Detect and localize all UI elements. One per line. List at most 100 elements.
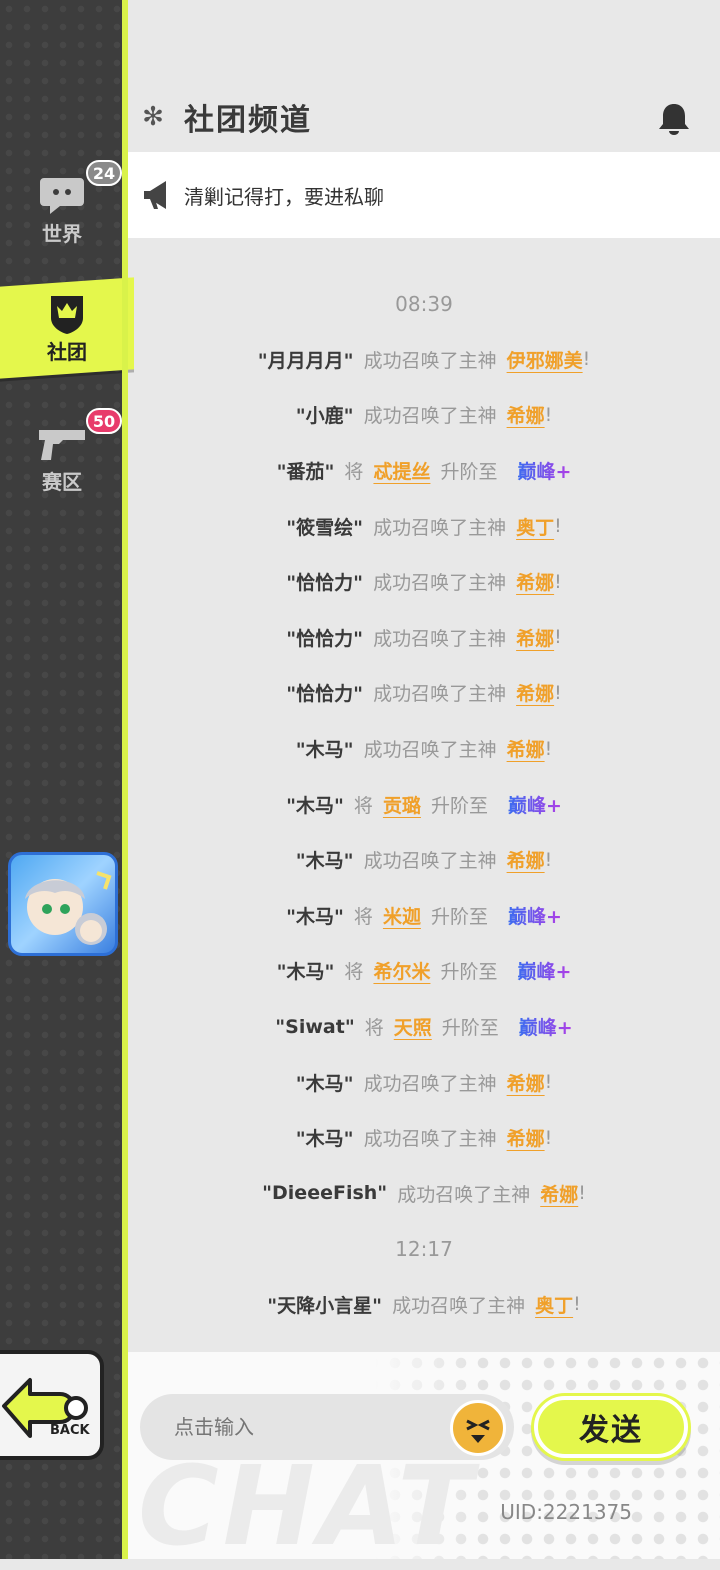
announcement-text: 清剿记得打，要进私聊 xyxy=(184,184,384,209)
channel-header: ✻ 社团频道 xyxy=(128,82,720,152)
action-text: 将 xyxy=(353,794,373,817)
player-name[interactable]: "筱雪绘" xyxy=(286,513,363,540)
message-row: "恰恰力" 成功召唤了主神 希娜! xyxy=(128,665,720,721)
action-text: 将 xyxy=(344,461,364,484)
player-name[interactable]: "恰恰力" xyxy=(286,679,363,706)
player-name[interactable]: "木马" xyxy=(296,846,354,873)
punctuation: ! xyxy=(544,403,553,426)
message-row: "木马" 将希尔米 升阶至 巅峰+ xyxy=(128,943,720,999)
tab-club[interactable]: 社团 xyxy=(0,277,134,379)
god-name[interactable]: 希娜 xyxy=(516,624,554,651)
god-name[interactable]: 忒提丝 xyxy=(373,457,430,484)
message-row: "筱雪绘" 成功召唤了主神 奥丁! xyxy=(128,498,720,554)
message-row: "小鹿" 成功召唤了主神 希娜! xyxy=(128,387,720,443)
message-list: 08:39 "月月月月" 成功召唤了主神 伊邪娜美! "小鹿" 成功召唤了主神 希娜! "番茄… xyxy=(128,276,720,1332)
chat-watermark: CHAT xyxy=(138,1442,477,1570)
level-label: 巅峰+ xyxy=(508,791,562,818)
player-name[interactable]: "番茄" xyxy=(277,457,335,484)
player-name[interactable]: "恰恰力" xyxy=(286,568,363,595)
action-text: 成功召唤了主神 xyxy=(363,1128,497,1151)
god-name[interactable]: 希娜 xyxy=(507,1069,545,1096)
punctuation: ! xyxy=(544,737,553,760)
god-name[interactable]: 希娜 xyxy=(507,735,545,762)
message-row: "天降小言星" 成功召唤了主神 奥丁! xyxy=(128,1277,720,1333)
god-name[interactable]: 希娜 xyxy=(516,679,554,706)
punctuation: ! xyxy=(573,1293,581,1316)
god-name[interactable]: 希尔米 xyxy=(373,957,430,984)
message-row: "恰恰力" 成功召唤了主神 希娜! xyxy=(128,610,720,666)
action-text: 成功召唤了主神 xyxy=(363,850,497,873)
tab-world[interactable]: 世界 24 xyxy=(0,160,124,260)
god-name[interactable]: 奥丁 xyxy=(535,1291,573,1318)
player-name[interactable]: "木马" xyxy=(286,902,344,929)
page-title: 社团频道 xyxy=(184,103,312,138)
message-row: "月月月月" 成功召唤了主神 伊邪娜美! xyxy=(128,332,720,388)
punctuation: ! xyxy=(544,848,553,871)
god-name[interactable]: 贡璐 xyxy=(383,791,421,818)
announcement-bar[interactable]: 清剿记得打，要进私聊 xyxy=(128,152,720,238)
action-text: 成功召唤了主神 xyxy=(363,349,497,372)
action-text: 升阶至 xyxy=(441,1017,499,1040)
player-name[interactable]: "木马" xyxy=(296,1069,354,1096)
back-label: BACK xyxy=(50,1423,91,1438)
timestamp-row: 12:17 xyxy=(128,1221,720,1277)
player-name[interactable]: "木马" xyxy=(277,957,335,984)
tab-world-badge: 24 xyxy=(86,160,122,186)
tab-arena[interactable]: 赛区 50 xyxy=(0,408,124,508)
timestamp: 12:17 xyxy=(395,1236,453,1261)
punctuation: ! xyxy=(554,626,562,649)
punctuation: ! xyxy=(544,1126,553,1149)
punctuation: ! xyxy=(554,515,562,538)
avatar[interactable] xyxy=(8,852,118,956)
message-input-box[interactable] xyxy=(140,1394,514,1460)
god-name[interactable]: 希娜 xyxy=(507,846,545,873)
action-text: 成功召唤了主神 xyxy=(373,683,507,706)
message-row: "番茄" 将忒提丝 升阶至 巅峰+ xyxy=(128,443,720,499)
god-name[interactable]: 米迦 xyxy=(383,902,421,929)
god-name[interactable]: 希娜 xyxy=(507,1124,545,1151)
tab-arena-label: 赛区 xyxy=(42,469,82,494)
player-name[interactable]: "Siwat" xyxy=(275,1016,354,1038)
message-input[interactable] xyxy=(172,1414,436,1440)
megaphone-icon xyxy=(140,177,176,213)
level-label: 巅峰+ xyxy=(508,902,562,929)
message-row: "Siwat" 将天照 升阶至 巅峰+ xyxy=(128,999,720,1055)
action-text: 将 xyxy=(364,1017,384,1040)
player-name[interactable]: "DieeeFish" xyxy=(262,1182,387,1204)
player-name[interactable]: "月月月月" xyxy=(258,346,354,373)
tab-club-label: 社团 xyxy=(47,339,87,364)
action-text: 成功召唤了主神 xyxy=(392,1294,526,1317)
god-name[interactable]: 希娜 xyxy=(516,568,554,595)
player-name[interactable]: "恰恰力" xyxy=(286,624,363,651)
punctuation: ! xyxy=(582,348,591,371)
level-label: 巅峰+ xyxy=(517,457,571,484)
player-name[interactable]: "木马" xyxy=(296,1124,354,1151)
god-name[interactable]: 希娜 xyxy=(540,1180,578,1207)
god-name[interactable]: 天照 xyxy=(394,1013,432,1040)
punctuation: ! xyxy=(554,570,562,593)
message-row: "木马" 将贡璐 升阶至 巅峰+ xyxy=(128,776,720,832)
punctuation: ! xyxy=(544,1071,553,1094)
send-button[interactable]: 发送 xyxy=(534,1396,688,1458)
player-name[interactable]: "木马" xyxy=(296,735,354,762)
emoji-icon[interactable] xyxy=(450,1400,506,1456)
tab-arena-badge: 50 xyxy=(86,408,122,434)
god-name[interactable]: 奥丁 xyxy=(516,513,554,540)
sparkle-icon: ✻ xyxy=(142,102,164,132)
god-name[interactable]: 希娜 xyxy=(507,401,545,428)
player-name[interactable]: "木马" xyxy=(286,791,344,818)
level-label: 巅峰+ xyxy=(517,957,571,984)
bell-icon[interactable] xyxy=(656,102,692,140)
uid-label: UID:2221375 xyxy=(500,1500,632,1524)
message-row: "木马" 成功召唤了主神 希娜! xyxy=(128,721,720,777)
punctuation: ! xyxy=(554,681,562,704)
action-text: 成功召唤了主神 xyxy=(363,1072,497,1095)
player-name[interactable]: "小鹿" xyxy=(296,401,354,428)
player-name[interactable]: "天降小言星" xyxy=(267,1291,382,1318)
timestamp: 08:39 xyxy=(395,291,453,316)
back-button[interactable]: BACK xyxy=(0,1350,104,1460)
timestamp-row: 08:39 xyxy=(128,276,720,332)
action-text: 成功召唤了主神 xyxy=(363,405,497,428)
god-name[interactable]: 伊邪娜美 xyxy=(507,346,583,373)
chat-bubble-icon xyxy=(38,174,86,218)
